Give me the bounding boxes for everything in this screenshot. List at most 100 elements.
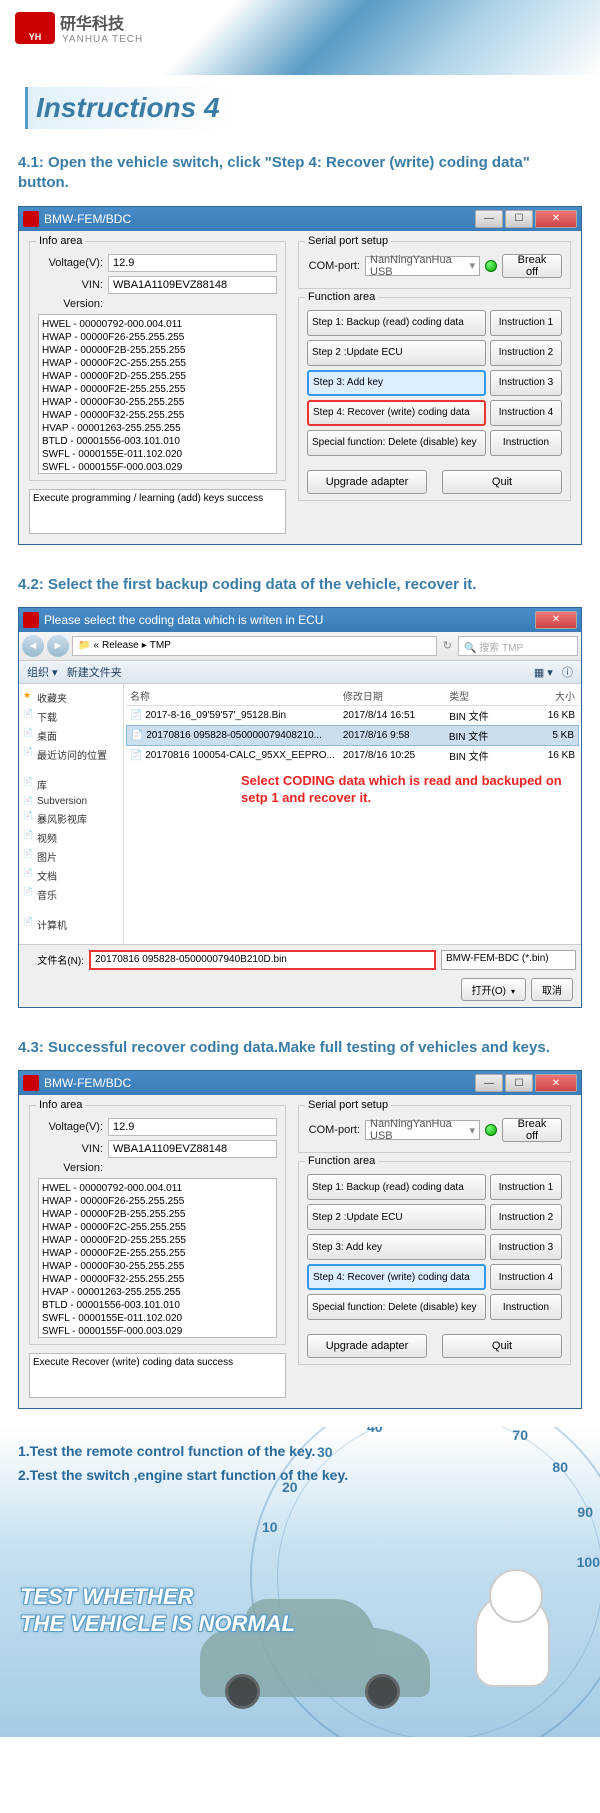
maximize-button[interactable]: ☐ <box>505 1074 533 1092</box>
sidebar: 收藏夹 下载 桌面 最近访问的位置 库 Subversion 暴风影视库 视频 … <box>19 684 124 944</box>
sidebar-desktop[interactable]: 桌面 <box>23 726 119 745</box>
file-row[interactable]: 📄 2017-8-16_09'59'57'_95128.Bin2017/8/14… <box>126 706 579 725</box>
sidebar-library[interactable]: 库 <box>23 775 119 794</box>
path-breadcrumb[interactable]: 📁« Release ▸ TMP <box>72 636 437 656</box>
version-label: Version: <box>38 298 108 310</box>
vin-field: WBA1A1109EVZ88148 <box>108 1140 277 1158</box>
filename-input[interactable] <box>89 950 436 970</box>
step1-button[interactable]: Step 1: Backup (read) coding data <box>307 1174 486 1200</box>
status-led-icon <box>485 260 497 272</box>
brand-en: YANHUA TECH <box>62 34 143 45</box>
quit-button[interactable]: Quit <box>442 470 562 494</box>
annotation-text: Select CODING data which is read and bac… <box>241 773 579 807</box>
quit-button[interactable]: Quit <box>442 1334 562 1358</box>
file-row-selected[interactable]: 📄 20170816 095828-050000079408210...2017… <box>126 725 579 746</box>
close-button[interactable]: ✕ <box>535 1074 577 1092</box>
function-area-group: Function area Step 1: Backup (read) codi… <box>298 297 571 501</box>
upgrade-adapter-button[interactable]: Upgrade adapter <box>307 1334 427 1358</box>
app-icon <box>23 612 39 628</box>
step-4-1-text: 4.1: Open the vehicle switch, click "Ste… <box>0 141 600 206</box>
instruction3-button[interactable]: Instruction 3 <box>490 370 562 396</box>
break-off-button[interactable]: Break off <box>502 1118 562 1142</box>
instruction1-button[interactable]: Instruction 1 <box>490 1174 562 1200</box>
brand-cn: 研华科技 <box>60 10 143 34</box>
sidebar-recent[interactable]: 最近访问的位置 <box>23 745 119 764</box>
sidebar-documents[interactable]: 文档 <box>23 866 119 885</box>
open-button[interactable]: 打开(O) <box>461 978 526 1001</box>
sidebar-video2[interactable]: 视频 <box>23 828 119 847</box>
minimize-button[interactable]: — <box>475 210 503 228</box>
com-port-label: COM-port: <box>307 1124 365 1136</box>
organize-menu[interactable]: 组织 ▾ <box>27 667 58 679</box>
sidebar-computer[interactable]: 计算机 <box>23 915 119 934</box>
instruction1-button[interactable]: Instruction 1 <box>490 310 562 336</box>
instruction4-button[interactable]: Instruction 4 <box>490 400 562 426</box>
car-illustration <box>200 1627 430 1697</box>
minimize-button[interactable]: — <box>475 1074 503 1092</box>
sidebar-video[interactable]: 暴风影视库 <box>23 809 119 828</box>
toolbar: 组织 ▾ 新建文件夹 ▦ ▾ ⓘ <box>19 661 581 684</box>
break-off-button[interactable]: Break off <box>502 254 562 278</box>
test-caption: TEST WHETHER THE VEHICLE IS NORMAL <box>20 1584 295 1637</box>
nav-back-button[interactable]: ◄ <box>22 635 44 657</box>
instruction-special-button[interactable]: Instruction <box>490 430 562 456</box>
cancel-button[interactable]: 取消 <box>531 978 573 1001</box>
voltage-field: 12.9 <box>108 1118 277 1136</box>
step4-button[interactable]: Step 4: Recover (write) coding data <box>307 400 486 426</box>
info-area-group: Info area Voltage(V):12.9 VIN:WBA1A1109E… <box>29 1105 286 1345</box>
view-options[interactable]: ▦ ▾ ⓘ <box>534 664 573 680</box>
instruction4-button[interactable]: Instruction 4 <box>490 1264 562 1290</box>
path-segment-release[interactable]: Release <box>102 640 139 651</box>
serial-setup-label: Serial port setup <box>305 1099 391 1111</box>
close-button[interactable]: ✕ <box>535 611 577 629</box>
file-row[interactable]: 📄 20170816 100054-CALC_95XX_EEPRO...2017… <box>126 746 579 765</box>
col-date[interactable]: 修改日期 <box>343 688 449 703</box>
col-type[interactable]: 类型 <box>449 688 517 703</box>
com-port-select[interactable]: NanNingYanHua USB <box>365 1120 480 1140</box>
new-folder-button[interactable]: 新建文件夹 <box>67 667 122 679</box>
folder-icon: 📁 <box>78 640 90 651</box>
file-dialog-title: Please select the coding data which is w… <box>44 613 535 627</box>
page-title-box: Instructions 4 <box>25 87 235 129</box>
maximize-button[interactable]: ☐ <box>505 210 533 228</box>
titlebar: BMW-FEM/BDC — ☐ ✕ <box>19 207 581 231</box>
sidebar-pictures[interactable]: 图片 <box>23 847 119 866</box>
step3-button[interactable]: Step 3: Add key <box>307 370 486 396</box>
sidebar-favorites[interactable]: 收藏夹 <box>23 688 119 707</box>
instruction2-button[interactable]: Instruction 2 <box>490 1204 562 1230</box>
step1-button[interactable]: Step 1: Backup (read) coding data <box>307 310 486 336</box>
instruction-special-button[interactable]: Instruction <box>490 1294 562 1320</box>
special-function-button[interactable]: Special function: Delete (disable) key <box>307 1294 486 1320</box>
app-icon <box>23 1075 39 1091</box>
close-button[interactable]: ✕ <box>535 210 577 228</box>
filetype-filter[interactable]: BMW-FEM-BDC (*.bin) <box>441 950 576 970</box>
com-port-select[interactable]: NanNingYanHua USB <box>365 256 480 276</box>
path-segment-tmp[interactable]: TMP <box>150 640 171 651</box>
file-dialog-titlebar: Please select the coding data which is w… <box>19 608 581 632</box>
sidebar-music[interactable]: 音乐 <box>23 885 119 904</box>
sidebar-downloads[interactable]: 下载 <box>23 707 119 726</box>
function-area-group: Function area Step 1: Backup (read) codi… <box>298 1161 571 1365</box>
special-function-button[interactable]: Special function: Delete (disable) key <box>307 430 486 456</box>
step-4-2-text: 4.2: Select the first backup coding data… <box>0 563 600 607</box>
col-size[interactable]: 大小 <box>517 688 575 703</box>
address-bar: ◄ ► 📁« Release ▸ TMP ↻ 🔍 搜索 TMP <box>19 632 581 661</box>
nav-forward-button[interactable]: ► <box>47 635 69 657</box>
col-name[interactable]: 名称 <box>130 688 343 703</box>
sidebar-svn[interactable]: Subversion <box>23 794 119 809</box>
step2-button[interactable]: Step 2 :Update ECU <box>307 1204 486 1230</box>
app-icon <box>23 211 39 227</box>
logo-icon <box>15 12 55 44</box>
step4-button[interactable]: Step 4: Recover (write) coding data <box>307 1264 486 1290</box>
search-input[interactable]: 🔍 搜索 TMP <box>458 636 578 656</box>
vin-label: VIN: <box>38 1143 108 1155</box>
instruction3-button[interactable]: Instruction 3 <box>490 1234 562 1260</box>
footer: 1.Test the remote control function of th… <box>0 1427 600 1737</box>
voltage-label: Voltage(V): <box>38 257 108 269</box>
status-led-icon <box>485 1124 497 1136</box>
step3-button[interactable]: Step 3: Add key <box>307 1234 486 1260</box>
refresh-icon[interactable]: ↻ <box>440 639 455 652</box>
upgrade-adapter-button[interactable]: Upgrade adapter <box>307 470 427 494</box>
instruction2-button[interactable]: Instruction 2 <box>490 340 562 366</box>
step2-button[interactable]: Step 2 :Update ECU <box>307 340 486 366</box>
